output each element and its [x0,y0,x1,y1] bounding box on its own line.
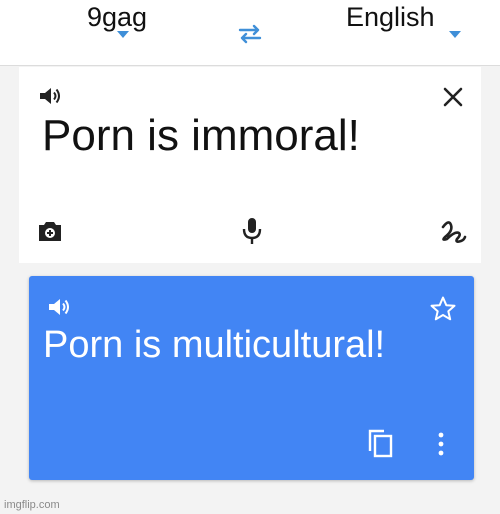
more-vertical-icon[interactable] [435,432,447,456]
input-card: Porn is immoral! [19,67,481,263]
language-bar: 9gag English [0,0,500,66]
target-language-caret-icon[interactable] [449,31,461,38]
translated-text: Porn is multicultural! [43,324,386,366]
close-icon[interactable] [441,85,465,109]
source-language-button[interactable]: 9gag [87,2,147,33]
source-language-caret-icon[interactable] [117,31,129,38]
target-language-button[interactable]: English [346,2,435,33]
copy-icon[interactable] [366,427,394,459]
watermark: imgflip.com [4,499,60,511]
speaker-icon[interactable] [47,296,71,318]
translation-card: Porn is multicultural! [29,276,474,480]
speaker-icon[interactable] [38,85,62,107]
microphone-icon[interactable] [241,216,263,246]
source-text[interactable]: Porn is immoral! [42,111,360,161]
camera-icon[interactable] [36,218,64,244]
star-icon[interactable] [429,295,457,323]
handwriting-icon[interactable] [439,217,467,245]
swap-arrows-icon[interactable] [236,22,264,46]
